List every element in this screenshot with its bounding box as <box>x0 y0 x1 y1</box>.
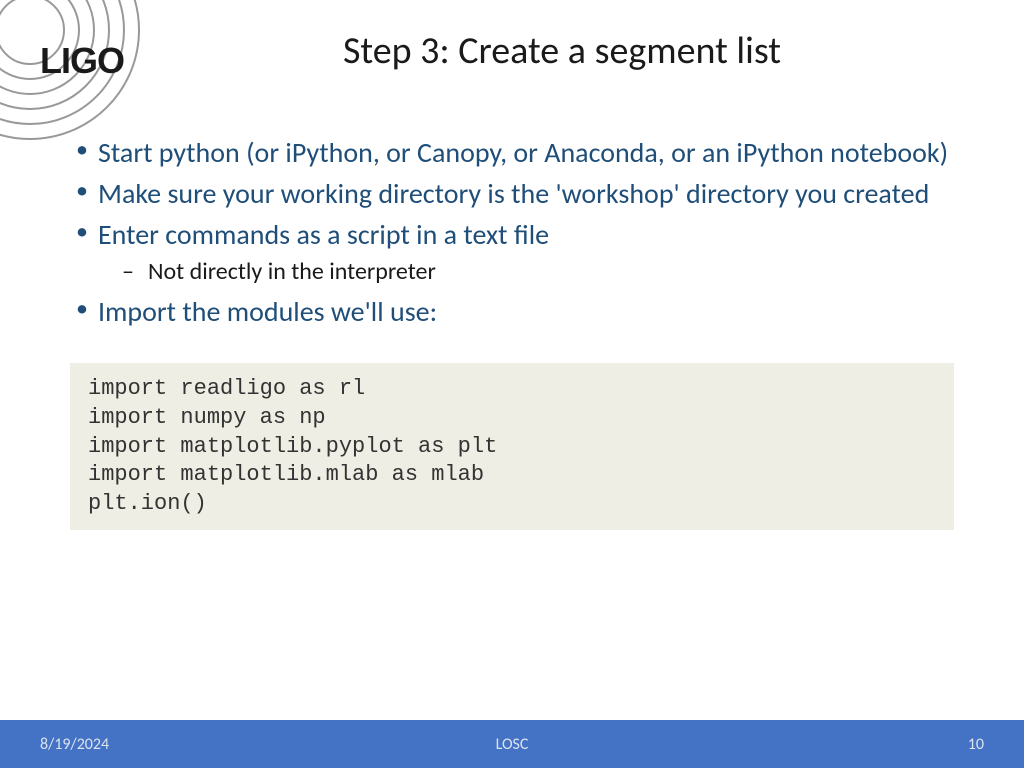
bullet-text: Make sure your working directory is the … <box>98 176 929 211</box>
bullet-item: Start python (or iPython, or Canopy, or … <box>70 135 954 170</box>
bullet-text: Start python (or iPython, or Canopy, or … <box>98 135 948 170</box>
slide-content: Start python (or iPython, or Canopy, or … <box>70 135 954 530</box>
bullet-item: Enter commands as a script in a text fil… <box>70 217 954 288</box>
slide-footer: 8/19/2024 LOSC 10 <box>0 720 1024 768</box>
slide-title: Step 3: Create a segment list <box>0 28 1024 74</box>
bullet-text: Import the modules we'll use: <box>98 294 437 329</box>
footer-center: LOSC <box>0 735 1024 754</box>
bullet-list: Start python (or iPython, or Canopy, or … <box>70 135 954 329</box>
code-block: import readligo as rl import numpy as np… <box>70 363 954 530</box>
bullet-text: Enter commands as a script in a text fil… <box>98 217 549 252</box>
sub-bullet-item: Not directly in the interpreter <box>98 256 954 288</box>
footer-page-number: 10 <box>968 735 984 754</box>
bullet-item: Make sure your working directory is the … <box>70 176 954 211</box>
sub-bullet-text: Not directly in the interpreter <box>148 257 436 286</box>
bullet-item: Import the modules we'll use: <box>70 294 954 329</box>
footer-date: 8/19/2024 <box>40 735 109 754</box>
sub-list: Not directly in the interpreter <box>98 256 954 288</box>
